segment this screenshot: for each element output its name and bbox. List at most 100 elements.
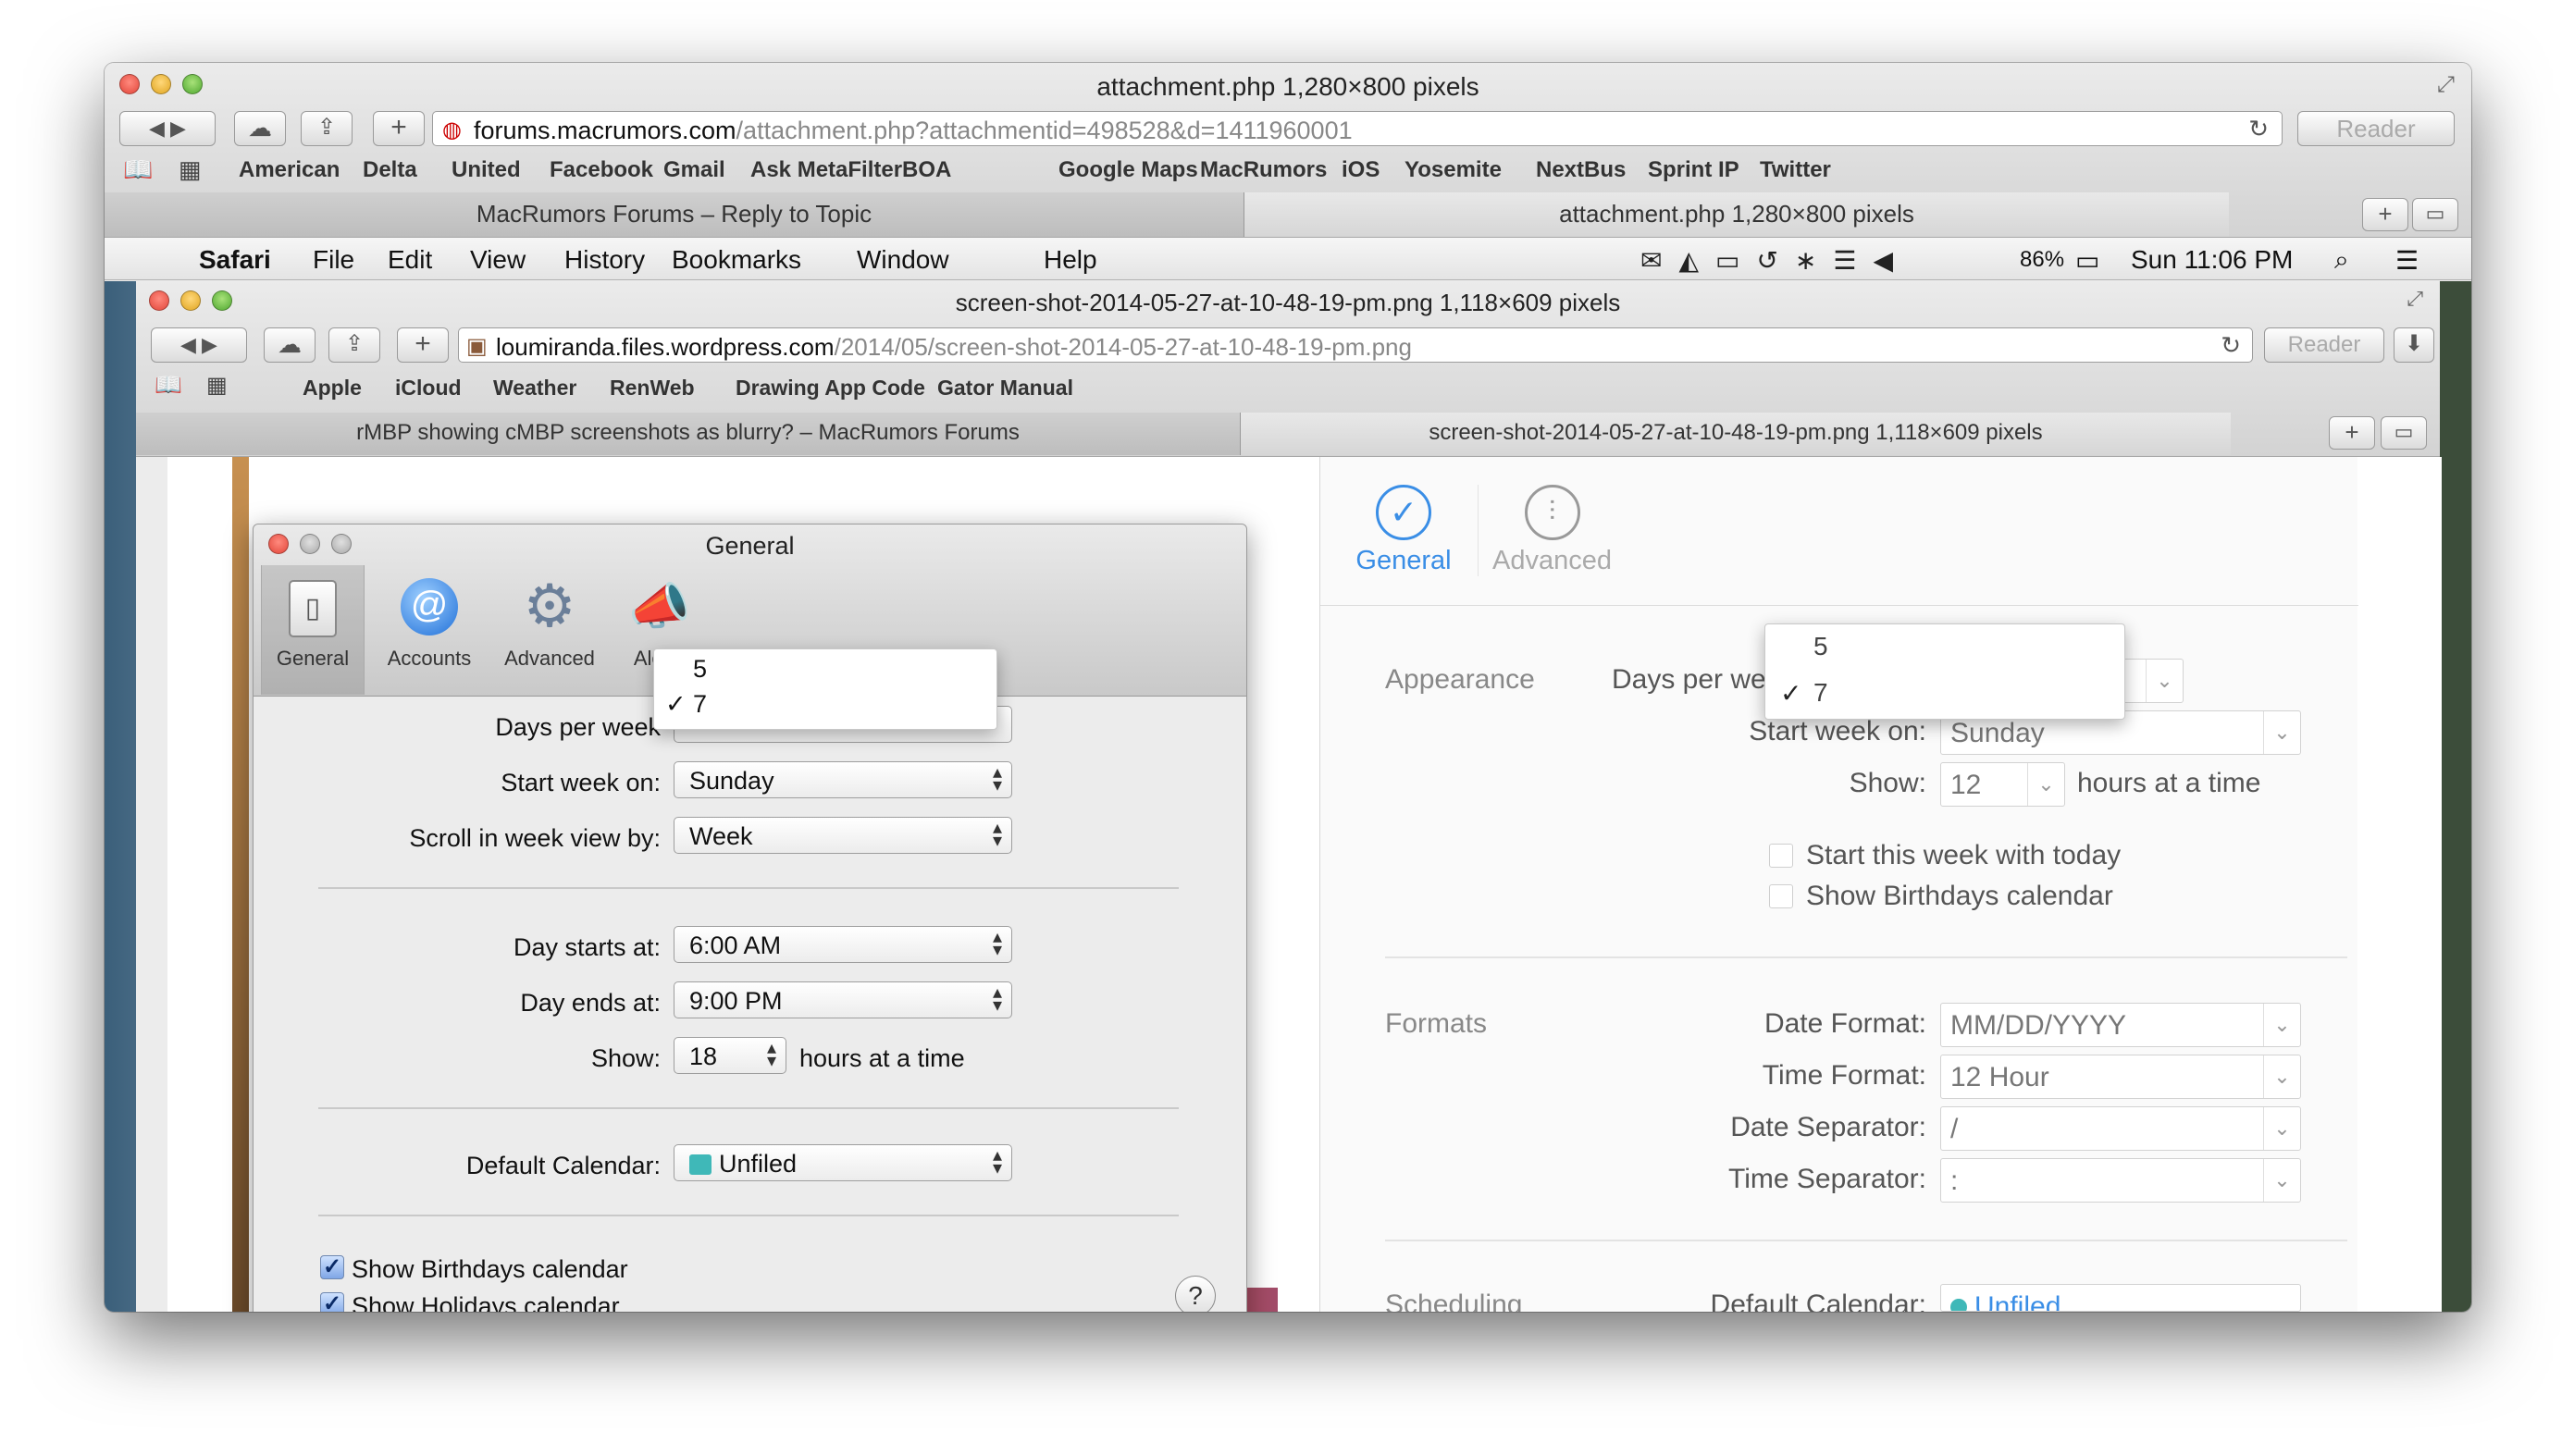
status-icons[interactable]: ✉◭▭↺∗☰◀: [1640, 245, 1910, 276]
bookmark-item[interactable]: Gmail: [663, 157, 725, 183]
light-switch-icon: ▯: [289, 580, 337, 637]
date-separator-label: Date Separator:: [1730, 1112, 1926, 1142]
inner-bookmark-item[interactable]: iCloud: [395, 376, 462, 401]
menu-item-history[interactable]: History: [564, 245, 645, 275]
date-separator-select[interactable]: / ⌄: [1940, 1106, 2301, 1151]
start-week-label: Start week on:: [1749, 716, 1926, 747]
show-all-tabs-button[interactable]: ▭: [2412, 198, 2458, 231]
day-ends-value: 9:00 PM: [689, 987, 783, 1015]
inner-safari-window: screen-shot-2014-05-27-at-10-48-19-pm.pn…: [136, 281, 2442, 1312]
inner-address-bar[interactable]: ▣ loumiranda.files.wordpress.com/2014/05…: [458, 327, 2253, 363]
inner-show-all-tabs-button[interactable]: ▭: [2381, 416, 2427, 450]
popup-option-7[interactable]: 7: [1813, 678, 1828, 708]
inner-new-tab-plus-button[interactable]: +: [2329, 416, 2375, 450]
menu-item-file[interactable]: File: [313, 245, 354, 275]
menu-item-help[interactable]: Help: [1044, 245, 1097, 275]
start-week-select[interactable]: Sunday ▴ ▾: [674, 761, 1012, 798]
bookmark-item[interactable]: MacRumors: [1200, 157, 1327, 183]
advanced-tab[interactable]: ⫶ Advanced: [1478, 485, 1626, 576]
menu-app-name[interactable]: Safari: [199, 245, 271, 275]
show-birthdays-checkbox[interactable]: ✓: [320, 1255, 344, 1279]
downloads-button[interactable]: ⬇: [2394, 327, 2434, 363]
tab-attachment[interactable]: attachment.php 1,280×800 pixels: [1244, 192, 2229, 237]
inner-reading-list-icon[interactable]: 📖: [155, 372, 182, 399]
bookmark-item[interactable]: Yosemite: [1405, 157, 1502, 183]
default-calendar-select[interactable]: Unfiled: [1940, 1284, 2301, 1312]
reload-icon[interactable]: ↻: [2248, 115, 2269, 143]
bookmark-item[interactable]: BOA: [902, 157, 951, 183]
menu-item-window[interactable]: Window: [857, 245, 949, 275]
bookmark-item[interactable]: Google Maps: [1058, 157, 1198, 183]
inner-bookmark-item[interactable]: Apple: [303, 376, 362, 401]
top-sites-icon[interactable]: ▦: [179, 155, 202, 184]
fullscreen-icon[interactable]: ⤢: [2437, 72, 2455, 98]
show-hours-select[interactable]: 12 ⌄: [1940, 762, 2065, 807]
popup-option-5[interactable]: 5: [1813, 632, 1828, 661]
reader-button[interactable]: Reader: [2297, 111, 2455, 146]
inner-back-forward-button[interactable]: ◀ ▶: [151, 327, 247, 363]
battery-percent[interactable]: 86%: [2020, 247, 2064, 273]
show-label: Show:: [590, 1044, 661, 1072]
inner-new-tab-button[interactable]: +: [397, 327, 449, 363]
general-tab[interactable]: ✓ General: [1353, 485, 1454, 576]
menu-item-edit[interactable]: Edit: [388, 245, 432, 275]
inner-bookmark-item[interactable]: Gator Manual: [937, 376, 1073, 401]
date-format-select[interactable]: MM/DD/YYYY ⌄: [1940, 1003, 2301, 1047]
advanced-tab-label: Advanced: [1492, 546, 1612, 575]
menu-item-bookmarks[interactable]: Bookmarks: [672, 245, 801, 275]
bookmark-item[interactable]: American: [239, 157, 340, 183]
inner-window-title: screen-shot-2014-05-27-at-10-48-19-pm.pn…: [955, 289, 1621, 316]
inner-share-button[interactable]: ⇪: [328, 327, 380, 363]
inner-tab-forums[interactable]: rMBP showing cMBP screenshots as blurry?…: [136, 413, 1241, 455]
share-button[interactable]: ⇪: [301, 111, 353, 146]
default-calendar-value: Unfiled: [1974, 1291, 2061, 1312]
reading-list-icon[interactable]: 📖: [123, 155, 153, 184]
day-starts-select[interactable]: 6:00 AM ▴ ▾: [674, 926, 1012, 963]
icloud-tabs-button[interactable]: ☁: [234, 111, 286, 146]
inner-reload-icon[interactable]: ↻: [2221, 331, 2241, 360]
show-hours-select[interactable]: 18 ▴ ▾: [674, 1037, 786, 1074]
battery-icon[interactable]: ▭: [2075, 245, 2099, 276]
spotlight-icon[interactable]: ⌕: [2334, 245, 2349, 276]
bookmark-item[interactable]: Ask MetaFilter: [750, 157, 902, 183]
bookmark-item[interactable]: United: [452, 157, 521, 183]
time-format-select[interactable]: 12 Hour ⌄: [1940, 1055, 2301, 1099]
bookmark-item[interactable]: Facebook: [550, 157, 653, 183]
prefs-tab-accounts[interactable]: @ Accounts: [372, 565, 487, 671]
show-birthdays-checkbox[interactable]: [1769, 884, 1793, 908]
address-bar[interactable]: ◍ forums.macrumors.com/attachment.php?at…: [432, 111, 2283, 146]
section-divider: [1385, 956, 2347, 958]
new-tab-plus-button[interactable]: +: [2362, 198, 2408, 231]
popup-option-7[interactable]: 7: [693, 690, 707, 719]
inner-bookmark-item[interactable]: RenWeb: [610, 376, 695, 401]
inner-top-sites-icon[interactable]: ▦: [206, 372, 228, 399]
popup-option-5[interactable]: 5: [693, 655, 707, 684]
scroll-week-value: Week: [689, 822, 753, 850]
inner-icloud-tabs-button[interactable]: ☁: [264, 327, 316, 363]
inner-bookmark-item[interactable]: Weather: [493, 376, 576, 401]
bookmark-item[interactable]: NextBus: [1536, 157, 1626, 183]
inner-bookmark-item[interactable]: Drawing App Code: [736, 376, 925, 401]
default-calendar-select[interactable]: Unfiled ▴ ▾: [674, 1144, 1012, 1181]
inner-fullscreen-icon[interactable]: ⤢: [2407, 287, 2423, 311]
menu-clock[interactable]: Sun 11:06 PM: [2131, 245, 2293, 275]
tab-reply-to-topic[interactable]: MacRumors Forums – Reply to Topic: [105, 192, 1244, 237]
bookmark-item[interactable]: Delta: [363, 157, 417, 183]
menu-item-view[interactable]: View: [470, 245, 526, 275]
inner-tab-screenshot[interactable]: screen-shot-2014-05-27-at-10-48-19-pm.pn…: [1241, 413, 2231, 455]
new-tab-button[interactable]: +: [373, 111, 425, 146]
time-separator-select[interactable]: : ⌄: [1940, 1158, 2301, 1203]
help-button[interactable]: ?: [1175, 1276, 1216, 1312]
start-today-checkbox[interactable]: [1769, 844, 1793, 868]
show-holidays-checkbox[interactable]: ✓: [320, 1292, 344, 1312]
prefs-tab-general[interactable]: ▯ General: [261, 565, 365, 695]
scroll-week-select[interactable]: Week ▴ ▾: [674, 817, 1012, 854]
prefs-tab-advanced[interactable]: ⚙ Advanced: [492, 565, 607, 671]
bookmark-item[interactable]: Twitter: [1760, 157, 1831, 183]
bookmark-item[interactable]: Sprint IP: [1648, 157, 1739, 183]
notification-center-icon[interactable]: ☰: [2395, 245, 2419, 276]
inner-reader-button[interactable]: Reader: [2264, 327, 2384, 363]
day-ends-select[interactable]: 9:00 PM ▴ ▾: [674, 981, 1012, 1018]
back-forward-button[interactable]: ◀ ▶: [119, 111, 216, 146]
bookmark-item[interactable]: iOS: [1342, 157, 1380, 183]
